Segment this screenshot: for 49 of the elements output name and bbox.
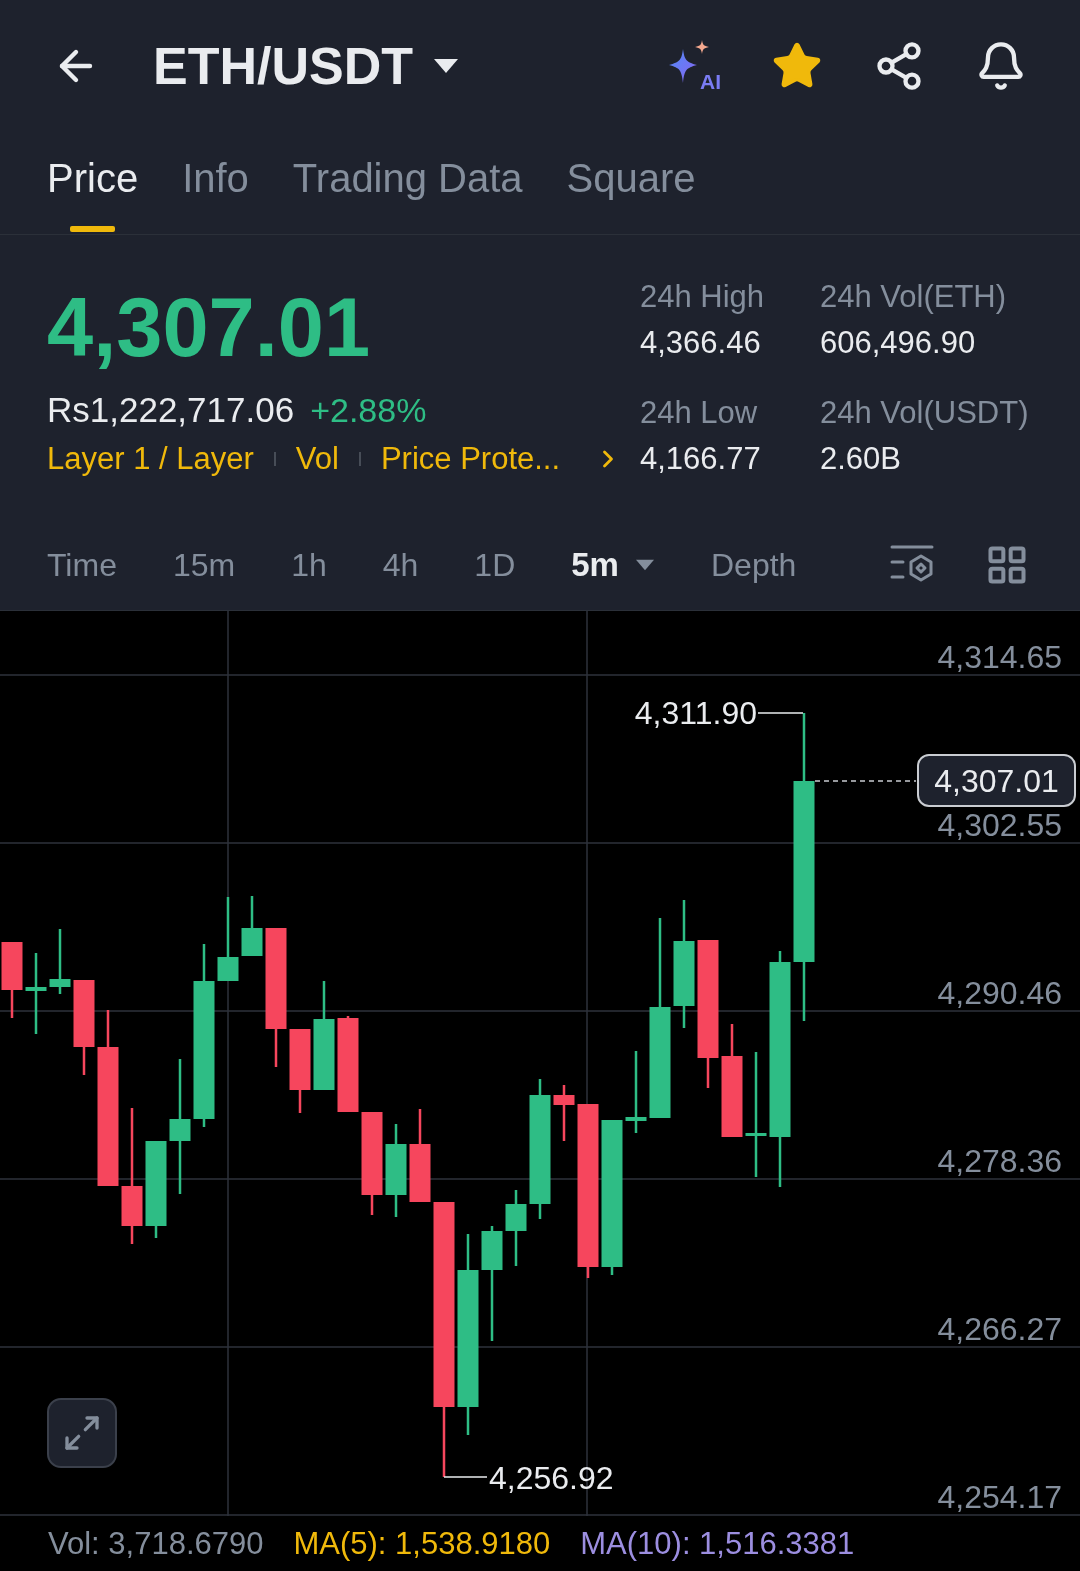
interval-tab[interactable]: 15m — [172, 545, 236, 585]
leader-line — [757, 712, 804, 714]
ai-assistant-button[interactable]: AI — [665, 39, 721, 93]
tab[interactable]: Info — [182, 154, 249, 232]
tag-link[interactable]: Layer 1 / Layer — [47, 439, 254, 479]
candlestick — [553, 1085, 575, 1141]
price-change: +2.88% — [310, 390, 427, 430]
stat-value: 2.60B — [820, 440, 901, 478]
expand-icon — [62, 1413, 102, 1453]
price-axis-label: 4,302.55 — [937, 806, 1062, 845]
interval-tab[interactable]: 1h — [291, 545, 327, 585]
stat-label: 24h High — [640, 278, 765, 316]
interval-tab[interactable]: Depth — [710, 545, 797, 585]
caret-icon — [433, 58, 459, 74]
fullscreen-button[interactable] — [47, 1398, 117, 1468]
stat-label: 24h Low — [640, 394, 758, 432]
interval-tab[interactable]: Time — [47, 545, 117, 585]
leader-line — [443, 1476, 488, 1478]
tab[interactable]: Price — [47, 154, 139, 232]
last-price: 4,307.01 — [47, 287, 371, 369]
interval-tab[interactable]: 4h — [382, 545, 419, 585]
candlestick — [49, 929, 71, 994]
stat-value: 4,166.77 — [640, 440, 761, 478]
caret-icon — [634, 559, 655, 571]
tab[interactable]: Trading Data — [292, 154, 523, 232]
fiat-price: Rs1,222,717.06 — [47, 390, 295, 430]
pair-selector[interactable]: ETH/USDT — [153, 36, 459, 96]
indicator-value: MA(5): 1,538.9180 — [293, 1524, 551, 1563]
price-axis-label: 4,278.36 — [937, 1142, 1062, 1181]
candlestick — [241, 896, 263, 956]
tab[interactable]: Square — [566, 154, 696, 232]
interval-tab[interactable]: 5m — [571, 545, 655, 585]
price-axis-label: 4,266.27 — [937, 1310, 1062, 1349]
interval-tab[interactable]: 1D — [474, 545, 516, 585]
grid-layout-icon[interactable] — [985, 543, 1029, 587]
price-axis-label: 4,254.17 — [937, 1478, 1062, 1516]
tag-link[interactable]: Vol — [295, 439, 339, 479]
price-axis-label: 4,314.65 — [937, 638, 1062, 677]
indicator-value: MA(10): 1,516.3381 — [580, 1524, 855, 1563]
price-axis-label: 4,290.46 — [937, 974, 1062, 1013]
high-price-label: 4,311.90 — [634, 694, 757, 733]
low-price-label: 4,256.92 — [489, 1459, 614, 1498]
stat-value: 606,496.90 — [820, 324, 976, 362]
stat-label: 24h Vol(ETH) — [820, 278, 1007, 316]
indicator-value: Vol: 3,718.6790 — [48, 1524, 264, 1563]
last-price-tag: 4,307.01 — [917, 754, 1076, 807]
stat-label: 24h Vol(USDT) — [820, 394, 1029, 432]
tag-link[interactable]: Price Prote... — [380, 439, 561, 479]
stat-value: 4,366.46 — [640, 324, 761, 362]
